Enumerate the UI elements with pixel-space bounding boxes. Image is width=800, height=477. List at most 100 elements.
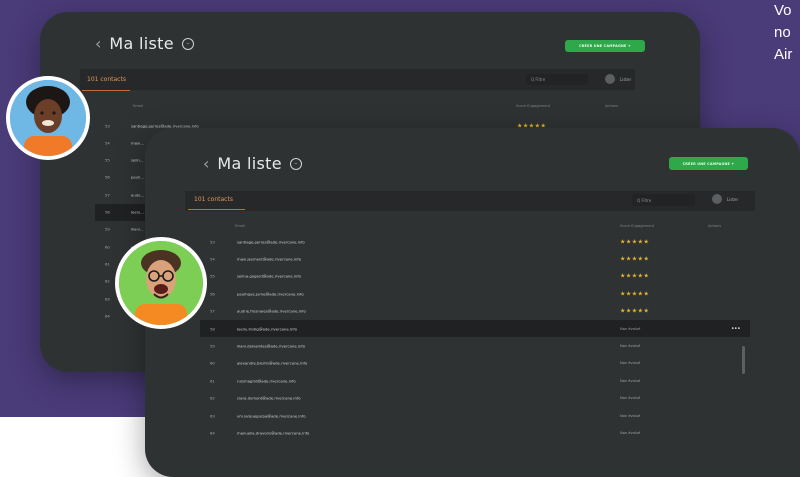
row-number: 55	[210, 273, 215, 279]
side-copy: Vo no Air	[774, 0, 800, 66]
man-portrait-icon	[119, 241, 203, 325]
table-row[interactable]: 54 maxi.jesment@ade.rivercane.info ★★★★★	[200, 250, 750, 267]
search-input[interactable]: Q Filtre	[526, 74, 588, 85]
column-email[interactable]: Email	[133, 104, 143, 108]
unrated-label: Non évalué	[620, 378, 641, 383]
star-rating: ★★★★★	[620, 307, 650, 315]
row-email[interactable]: aude...	[131, 192, 144, 197]
row-more-icon[interactable]: •••	[731, 325, 741, 332]
row-email[interactable]: audrie.fresnaies@ade.rivercane.info	[237, 309, 306, 314]
column-actions: Actions	[708, 224, 722, 228]
table-row[interactable]: 62 clara.dumont@ade.rivercane.info Non éva…	[200, 390, 750, 407]
row-email[interactable]: selina.gogard@ade.rivercane.info	[237, 274, 301, 279]
filter-label: Lister	[620, 76, 632, 82]
row-number: 58	[105, 209, 110, 215]
woman-portrait-icon	[10, 80, 86, 156]
row-email[interactable]: maxi.jesment@ade.rivercane.info	[237, 256, 301, 261]
side-copy-line-1: Vo	[774, 2, 792, 19]
star-rating: ★★★★★	[620, 272, 650, 280]
column-email[interactable]: Email	[235, 224, 245, 228]
create-campaign-button[interactable]: CRÉER UNE CAMPAGNE +	[669, 157, 748, 170]
row-number: 54	[210, 256, 215, 262]
list-header: ‹ Ma liste –	[203, 154, 302, 173]
chevron-left-icon[interactable]: ‹	[203, 154, 209, 173]
row-email[interactable]: santiago.perrez@ade.rivercane.info	[237, 239, 305, 244]
row-number: 57	[210, 308, 215, 314]
star-rating: ★★★★★	[620, 290, 650, 298]
row-email[interactable]: iliani.delvaintes@ade.rivercane.info	[237, 343, 305, 348]
row-email[interactable]: leeliu.lindig@ade.rivercane.info	[237, 326, 297, 331]
filter-icon	[605, 74, 615, 84]
more-options-icon[interactable]: –	[289, 157, 302, 170]
row-email[interactable]: clara.dumont@ade.rivercane.info	[237, 396, 301, 401]
unrated-label: Non évalué	[620, 326, 641, 331]
table-row[interactable]: 58 leeliu.lindig@ade.rivercane.info Non év…	[200, 320, 750, 337]
row-email[interactable]: maxi...	[131, 140, 144, 145]
table-row[interactable]: 64 manuella.dravons@ade.rivercane.info Non…	[200, 424, 750, 441]
create-campaign-button[interactable]: CRÉER UNE CAMPAGNE +	[565, 40, 645, 52]
row-number: 56	[105, 174, 110, 180]
filter-button[interactable]: Lister	[712, 194, 738, 204]
row-number: 60	[105, 244, 110, 250]
row-number: 54	[105, 140, 110, 146]
filter-button[interactable]: Lister	[605, 74, 631, 84]
row-email[interactable]: manuella.dravons@ade.rivercane.info	[237, 430, 309, 435]
row-email[interactable]: alexandre.bierlin@ade.rivercane.info	[237, 361, 307, 366]
row-email[interactable]: iliani...	[131, 227, 144, 232]
search-input[interactable]: Q Filtre	[632, 194, 695, 206]
unrated-label: Non évalué	[620, 430, 641, 435]
row-number: 64	[105, 313, 110, 319]
row-email[interactable]: ruizmagrid@ade.rivercane.info	[237, 378, 296, 383]
table-row[interactable]: 57 audrie.fresnaies@ade.rivercane.info ★★★…	[200, 303, 750, 320]
row-number: 62	[105, 278, 110, 284]
table-row[interactable]: 56 paulhque.jume@ade.rivercane.info ★★★★★	[200, 285, 750, 302]
scrollbar[interactable]	[742, 346, 745, 374]
list-title: Ma liste	[217, 154, 282, 173]
column-score[interactable]: Score Engagement	[516, 104, 550, 108]
row-email[interactable]: vm.larquegurpa@ade.rivercane.info	[237, 413, 306, 418]
chevron-left-icon[interactable]: ‹	[95, 34, 101, 53]
unrated-label: Non évalué	[620, 413, 641, 418]
star-rating: ★★★★★	[620, 238, 650, 245]
table-row[interactable]: 61 ruizmagrid@ade.rivercane.info Non évalu…	[200, 372, 750, 389]
list-header: ‹ Ma liste –	[95, 34, 194, 53]
unrated-label: Non évalué	[620, 343, 641, 348]
avatar-woman	[6, 76, 90, 160]
row-email[interactable]: pauli...	[131, 175, 144, 180]
row-email[interactable]: paulhque.jume@ade.rivercane.info	[237, 291, 304, 296]
filter-icon	[712, 194, 722, 204]
avatar-man	[115, 237, 207, 329]
more-options-icon[interactable]: –	[181, 37, 194, 50]
row-number: 60	[210, 360, 215, 366]
unrated-label: Non évalué	[620, 361, 641, 366]
list-title: Ma liste	[109, 34, 174, 53]
side-copy-line-2: no	[774, 24, 791, 41]
side-copy-line-3: Air	[774, 46, 793, 63]
row-number: 59	[210, 343, 215, 349]
contact-list-window-front: ‹ Ma liste – CRÉER UNE CAMPAGNE + 101 co…	[145, 128, 800, 477]
column-actions: Actions	[605, 104, 619, 108]
tab-underline	[82, 90, 130, 91]
filter-label: Lister	[727, 196, 739, 202]
row-number: 61	[105, 261, 110, 267]
table-row[interactable]: 63 vm.larquegurpa@ade.rivercane.info Non é…	[200, 407, 750, 424]
table-row[interactable]: 59 iliani.delvaintes@ade.rivercane.info No…	[200, 337, 750, 354]
tab-contacts[interactable]: 101 contacts	[87, 76, 126, 83]
unrated-label: Non évalué	[620, 396, 641, 401]
column-score[interactable]: Score Engagement	[620, 224, 654, 228]
row-email[interactable]: selin...	[131, 158, 143, 163]
table-row[interactable]: 60 alexandre.bierlin@ade.rivercane.info No…	[200, 355, 750, 372]
row-number: 63	[210, 413, 215, 418]
tab-underline	[188, 209, 245, 210]
row-email[interactable]: leelu...	[131, 210, 144, 215]
row-number: 58	[210, 326, 215, 331]
row-number: 64	[210, 430, 215, 436]
tab-contacts[interactable]: 101 contacts	[194, 196, 233, 203]
row-number: 55	[105, 157, 110, 163]
star-rating: ★★★★★	[620, 255, 650, 263]
table-row[interactable]: 53 santiago.perrez@ade.rivercane.info ★★★★…	[200, 233, 750, 250]
row-number: 53	[105, 123, 110, 128]
table-row[interactable]: 55 selina.gogard@ade.rivercane.info ★★★★★	[200, 268, 750, 285]
row-number: 53	[210, 239, 215, 244]
row-number: 63	[105, 296, 110, 301]
